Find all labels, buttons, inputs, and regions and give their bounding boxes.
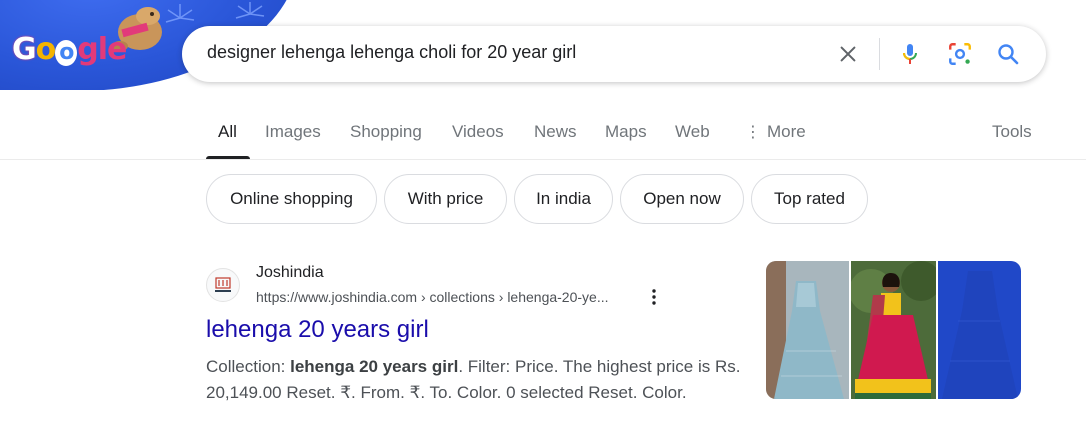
close-icon[interactable]	[834, 40, 862, 68]
chip-top-rated[interactable]: Top rated	[751, 174, 868, 224]
thumbnail-red-yellow-lehenga[interactable]	[851, 261, 936, 399]
tab-more[interactable]: ⋮ More	[745, 122, 806, 142]
tab-maps[interactable]: Maps	[605, 122, 647, 142]
result-site-name[interactable]: Joshindia	[256, 264, 324, 282]
search-box-divider	[879, 38, 880, 70]
more-vert-icon[interactable]	[646, 287, 662, 307]
tab-all[interactable]: All	[218, 122, 237, 142]
tab-web[interactable]: Web	[675, 122, 710, 142]
search-box[interactable]: designer lehenga lehenga choli for 20 ye…	[182, 26, 1046, 82]
tab-images[interactable]: Images	[265, 122, 321, 142]
mic-icon[interactable]	[896, 40, 924, 68]
tab-news[interactable]: News	[534, 122, 577, 142]
more-vert-icon: ⋮	[745, 124, 761, 141]
search-input[interactable]: designer lehenga lehenga choli for 20 ye…	[207, 42, 576, 63]
thumbnail-blue-lehenga-2[interactable]	[938, 261, 1021, 399]
result-url[interactable]: https://www.joshindia.com › collections …	[256, 289, 609, 305]
doodle-wordmark: Go o gle	[12, 32, 127, 67]
search-tabs: All Images Shopping Videos News Maps Web…	[0, 112, 1086, 160]
result-snippet: Collection: lehenga 20 years girl. Filte…	[206, 354, 746, 406]
chip-open-now[interactable]: Open now	[620, 174, 744, 224]
thumbnail-blue-lehenga[interactable]	[766, 261, 849, 399]
result-thumbnails[interactable]	[766, 261, 1021, 399]
tools-button[interactable]: Tools	[992, 122, 1032, 142]
active-tab-indicator	[206, 156, 250, 159]
tab-shopping[interactable]: Shopping	[350, 122, 422, 142]
chip-online-shopping[interactable]: Online shopping	[206, 174, 377, 224]
snippet-highlight: lehenga 20 years girl	[290, 357, 459, 376]
lens-icon[interactable]	[946, 40, 974, 68]
snippet-text-start: Collection:	[206, 357, 291, 376]
chip-in-india[interactable]: In india	[514, 174, 613, 224]
search-icon[interactable]	[994, 40, 1022, 68]
tab-videos[interactable]: Videos	[452, 122, 504, 142]
chip-with-price[interactable]: With price	[384, 174, 507, 224]
tab-more-label: More	[767, 122, 806, 141]
site-favicon[interactable]	[206, 268, 240, 302]
result-title-link[interactable]: lehenga 20 years girl	[206, 316, 429, 344]
